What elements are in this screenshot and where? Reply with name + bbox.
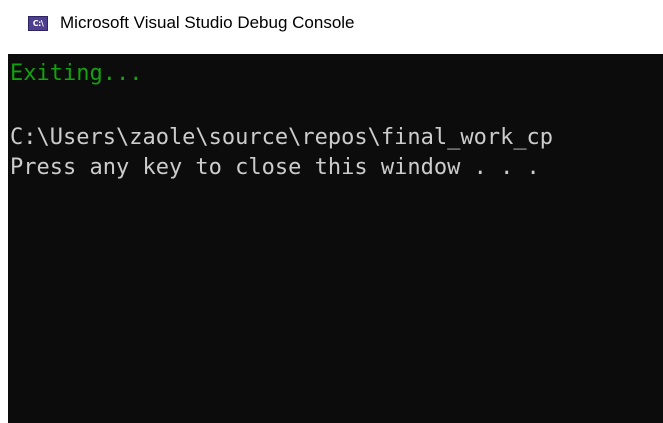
debug-console-window: C:\ Microsoft Visual Studio Debug Consol… (0, 0, 663, 423)
console-output[interactable]: Exiting... C:\Users\zaole\source\repos\f… (8, 54, 663, 423)
console-line-1: Exiting... (10, 61, 143, 86)
console-app-icon: C:\ (28, 16, 48, 31)
window-left-border (0, 54, 8, 423)
console-line-4: Press any key to close this window . . . (10, 155, 540, 180)
window-title: Microsoft Visual Studio Debug Console (60, 13, 355, 32)
title-bar[interactable]: C:\ Microsoft Visual Studio Debug Consol… (0, 0, 663, 54)
console-line-3: C:\Users\zaole\source\repos\final_work_c… (10, 125, 554, 150)
